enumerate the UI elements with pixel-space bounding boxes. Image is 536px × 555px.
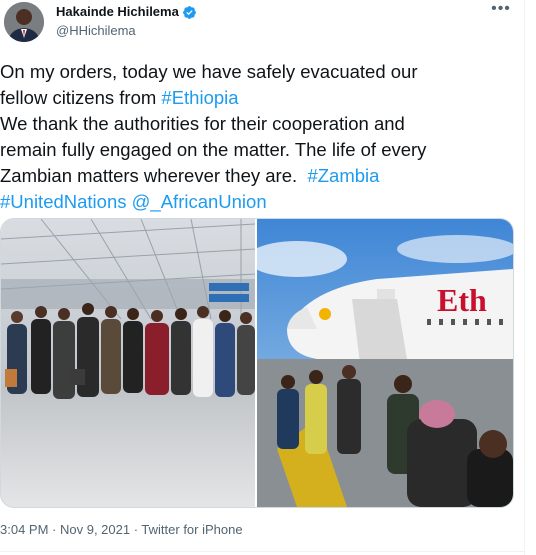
divider (0, 551, 524, 552)
plane-livery-text: Eth (437, 282, 487, 318)
tweet-line-2: fellow citizens from #Ethiopia (0, 85, 520, 111)
tweet-line-6: #UnitedNations @_AfricanUnion (0, 189, 520, 215)
tweet-text: On my orders, today we have safely evacu… (0, 59, 520, 215)
meta-separator-1: · (48, 522, 60, 537)
author-name-row[interactable]: Hakainde Hichilema (56, 4, 197, 20)
media-grid: Eth (0, 218, 514, 508)
photo-plane-boarding[interactable]: Eth (257, 219, 513, 507)
hashtag-zambia[interactable]: #Zambia (307, 165, 379, 186)
author-display-name[interactable]: Hakainde Hichilema (56, 4, 179, 20)
meta-separator-2: · (130, 522, 142, 537)
column-divider (524, 0, 525, 555)
tweet-line-5-text: Zambian matters wherever they are. (0, 165, 308, 186)
tweet-line-4: remain fully engaged on the matter. The … (0, 139, 427, 160)
tweet-date[interactable]: Nov 9, 2021 (60, 522, 130, 537)
tweet-line-3: We thank the authorities for their coope… (0, 113, 405, 134)
tweet-line-5: Zambian matters wherever they are. #Zamb… (0, 163, 520, 189)
tweet-metadata: 3:04 PM · Nov 9, 2021 · Twitter for iPho… (0, 522, 243, 538)
hashtag-ethiopia[interactable]: #Ethiopia (161, 87, 238, 108)
tweet-source[interactable]: Twitter for iPhone (141, 522, 242, 537)
verified-badge-icon (182, 5, 196, 19)
avatar[interactable] (4, 2, 44, 42)
author-handle[interactable]: @HHichilema (56, 23, 136, 39)
tweet: Hakainde Hichilema @HHichilema ••• On my… (0, 0, 524, 555)
tweet-line-2-text: fellow citizens from (0, 87, 162, 108)
tweet-time[interactable]: 3:04 PM (0, 522, 48, 537)
tweet-line-1: On my orders, today we have safely evacu… (0, 61, 418, 82)
mention-africanunion[interactable]: @_AfricanUnion (132, 191, 267, 212)
more-options-icon[interactable]: ••• (486, 0, 516, 24)
photo-group-airport[interactable] (1, 219, 255, 507)
hashtag-unitednations[interactable]: #UnitedNations (0, 191, 127, 212)
